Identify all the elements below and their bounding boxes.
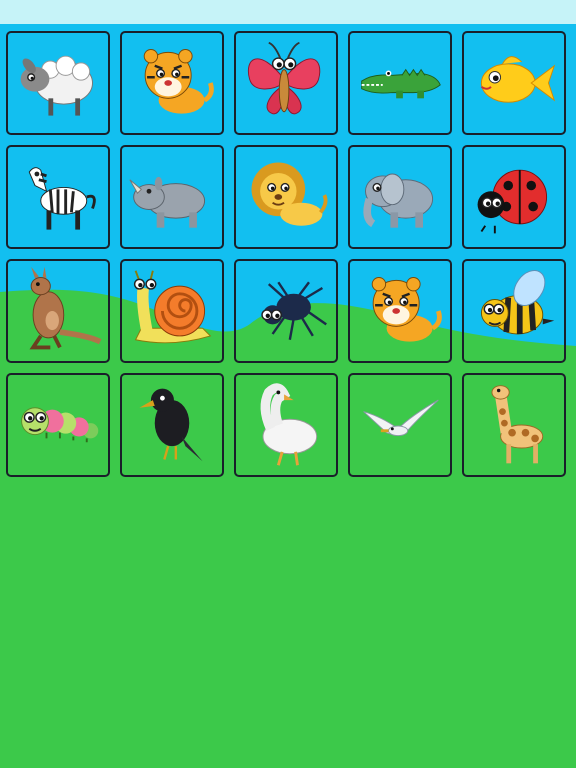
spider-icon (261, 281, 327, 340)
animal-tile-crocodile[interactable] (348, 31, 452, 135)
animal-tile-goose[interactable] (234, 373, 338, 477)
snail-icon (133, 270, 212, 344)
giraffe-icon (491, 385, 544, 464)
status-bar (0, 0, 576, 24)
elephant-icon (363, 173, 434, 228)
animal-tile-elephant[interactable] (348, 145, 452, 249)
crocodile-icon (361, 68, 441, 99)
animal-tile-bee[interactable] (462, 259, 566, 363)
crow-icon (139, 388, 203, 462)
zebra-icon (28, 167, 96, 230)
bee-icon (480, 270, 555, 335)
animal-tile-snail[interactable] (120, 259, 224, 363)
animal-tile-ladybug[interactable] (462, 145, 566, 249)
animal-tile-zebra[interactable] (6, 145, 110, 249)
animal-tile-tiger[interactable] (120, 31, 224, 135)
goose-icon (260, 383, 318, 466)
animal-tile-kangaroo[interactable] (6, 259, 110, 363)
tiger-icon (143, 48, 214, 114)
animal-tile-rhinoceros[interactable] (120, 145, 224, 249)
animal-tile-giraffe[interactable] (462, 373, 566, 477)
animal-tile-seagull[interactable] (348, 373, 452, 477)
animal-tile-lion[interactable] (234, 145, 338, 249)
sheep-icon (20, 55, 93, 116)
caterpillar-icon (21, 407, 99, 443)
animal-tile-crow[interactable] (120, 373, 224, 477)
animal-tile-tiger[interactable] (348, 259, 452, 363)
kangaroo-icon (29, 266, 102, 350)
rhinoceros-icon (129, 176, 206, 228)
butterfly-icon (248, 41, 321, 115)
goldfish-icon (480, 56, 556, 103)
lion-icon (251, 162, 328, 226)
animal-tile-butterfly[interactable] (234, 31, 338, 135)
seagull-icon (363, 399, 439, 437)
tiger-icon (371, 276, 442, 342)
animal-tile-spider[interactable] (234, 259, 338, 363)
animal-tile-caterpillar[interactable] (6, 373, 110, 477)
animal-tile-sheep[interactable] (6, 31, 110, 135)
animal-tile-goldfish[interactable] (462, 31, 566, 135)
ladybug-icon (477, 169, 548, 234)
